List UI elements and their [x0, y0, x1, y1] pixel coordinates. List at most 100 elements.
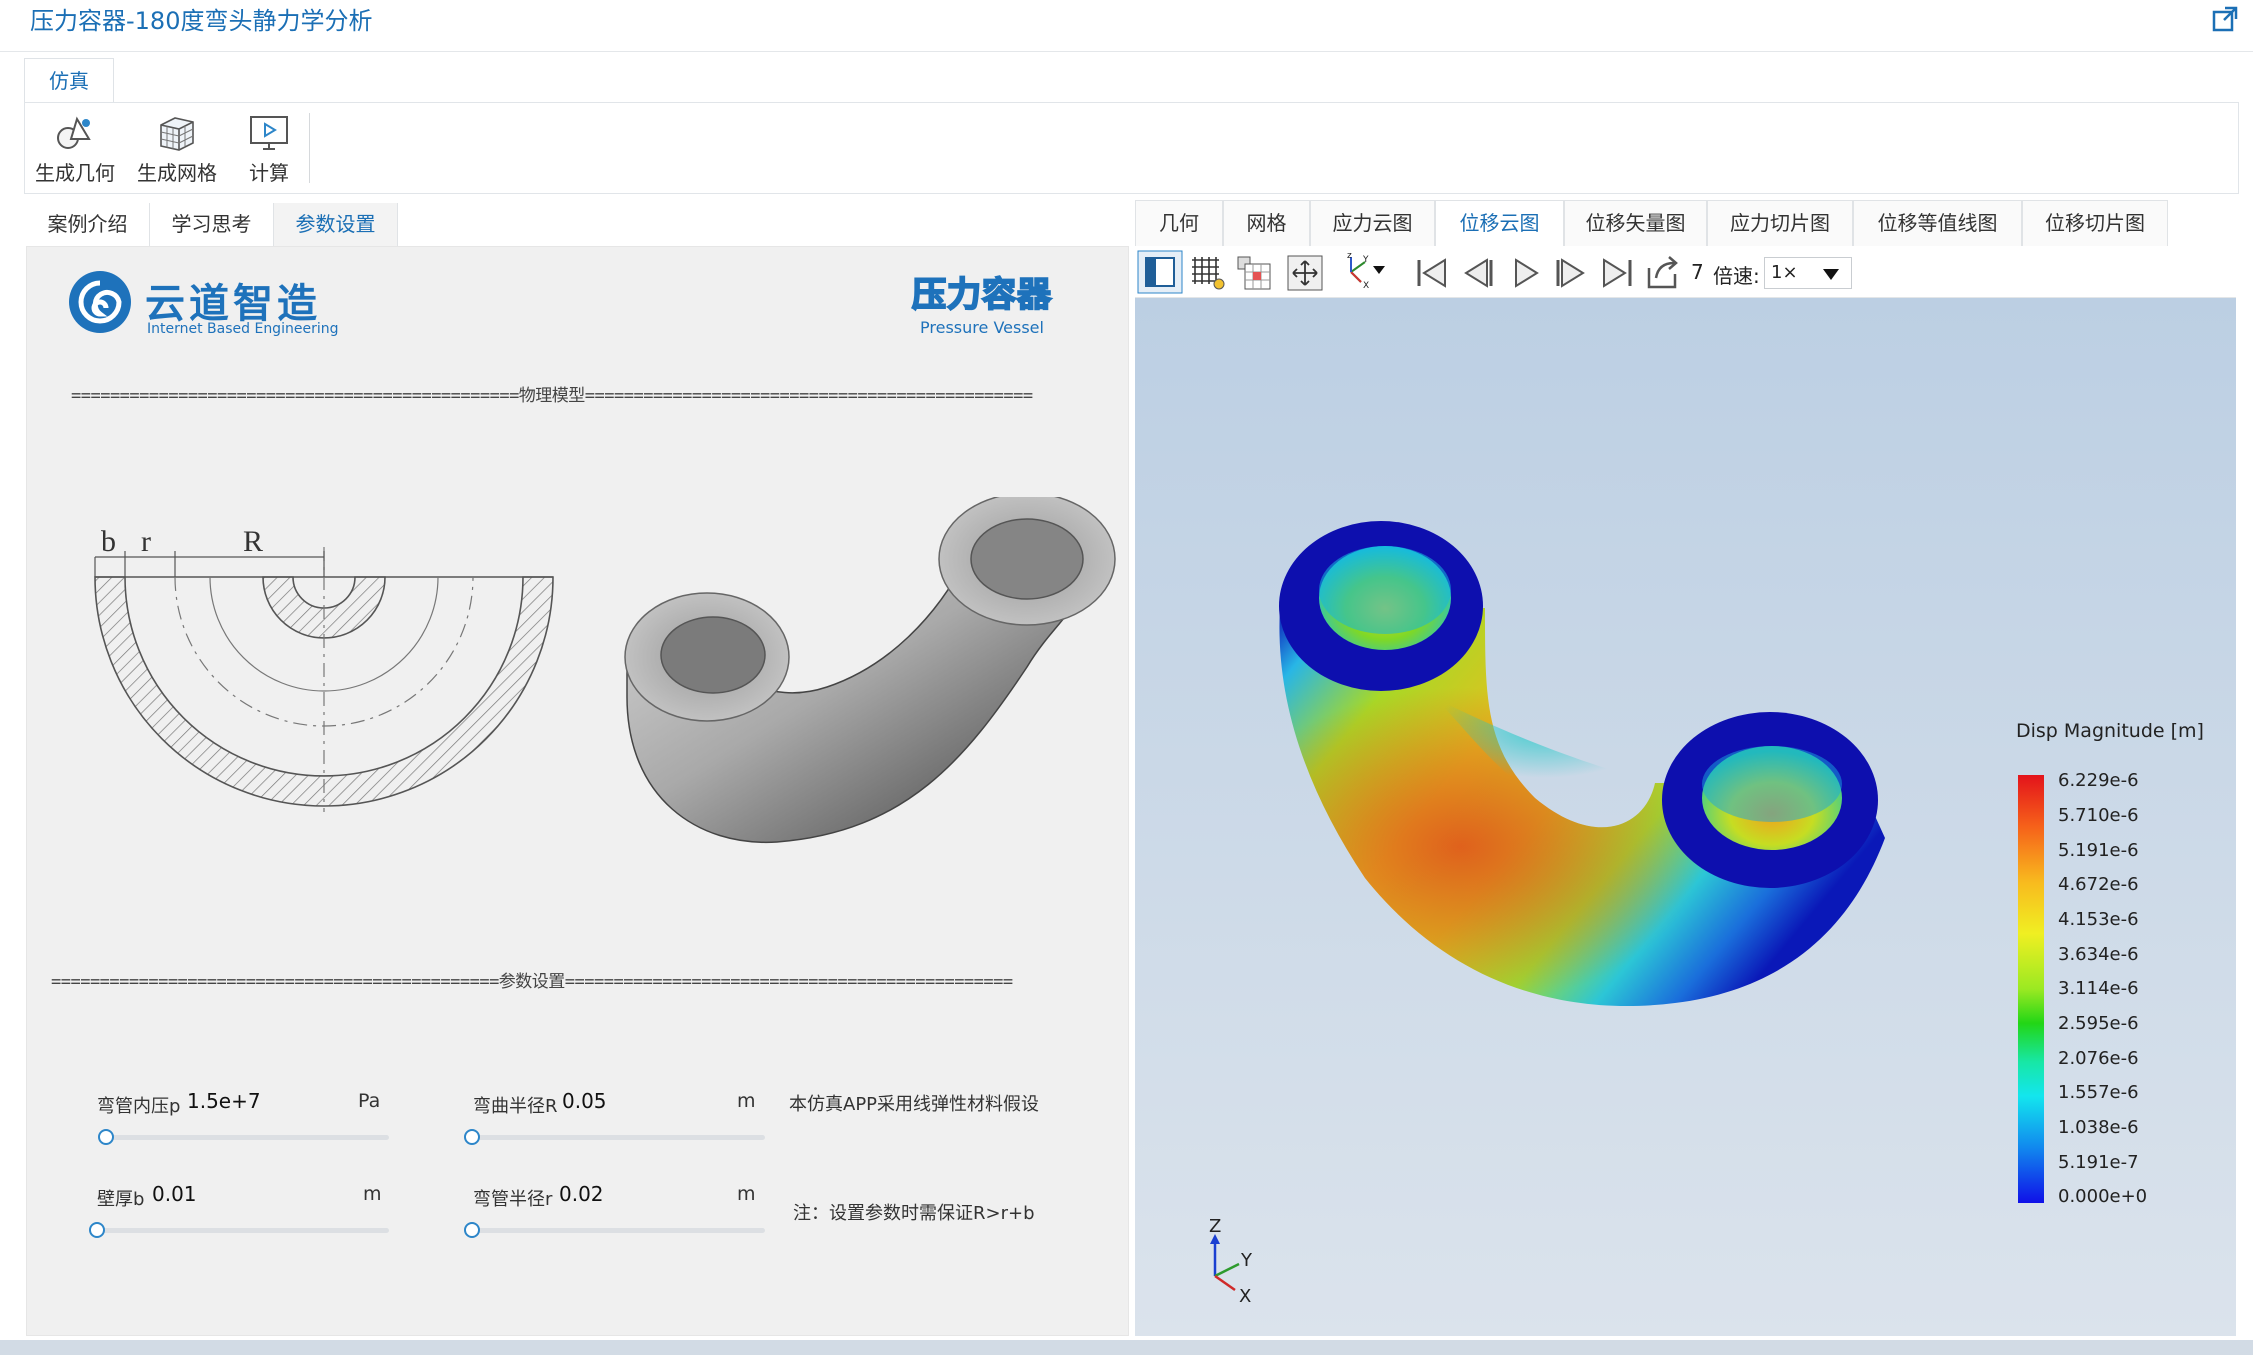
pressure-label: 弯管内压p [97, 1096, 181, 1117]
tab-learning[interactable]: 学习思考 [150, 203, 274, 247]
legend-label: 3.634e-6 [2058, 944, 2139, 965]
bend-radius-label: 弯曲半径R [473, 1096, 558, 1117]
wall-thickness-label: 壁厚b [97, 1189, 145, 1210]
legend-label: 5.710e-6 [2058, 805, 2139, 826]
logo-subtitle: Internet Based Engineering [147, 321, 339, 337]
legend-title: Disp Magnitude [m] [2016, 720, 2204, 742]
color-table-icon[interactable] [1235, 254, 1273, 292]
wall-thickness-value: 0.01 [152, 1182, 197, 1206]
tab-case-intro[interactable]: 案例介绍 [26, 203, 150, 247]
next-frame-icon[interactable] [1552, 254, 1590, 292]
parameter-settings-separator: ========================================… [51, 972, 1013, 992]
legend-label: 3.114e-6 [2058, 978, 2139, 999]
legend-color-bar [2018, 775, 2044, 1203]
wall-thickness-slider-handle[interactable] [89, 1222, 105, 1238]
compute-button[interactable]: 计算 [239, 113, 299, 186]
swirl-logo-icon [69, 271, 131, 333]
ribbon-tab-simulation[interactable]: 仿真 [24, 58, 114, 103]
legend-label: 4.672e-6 [2058, 874, 2139, 895]
tab-stress-contour[interactable]: 应力云图 [1310, 200, 1435, 246]
displacement-contour-model [1279, 521, 1885, 1007]
pressure-slider-track[interactable] [99, 1135, 389, 1140]
tab-displacement-slice[interactable]: 位移切片图 [2022, 200, 2168, 246]
view-mode-icon[interactable] [1137, 250, 1183, 294]
svg-text:Y: Y [1362, 255, 1369, 265]
axes-orientation-icon[interactable]: z Y X [1335, 252, 1387, 290]
triad-z-label: Z [1209, 1218, 1221, 1237]
parameter-panel: 云道智造 Internet Based Engineering 压力容器 Pre… [26, 246, 1129, 1336]
triad-y-label: Y [1240, 1250, 1253, 1271]
triad-x-label: X [1239, 1286, 1251, 1307]
constraint-note: 注：设置参数时需保证R>r+b [793, 1203, 1035, 1224]
tab-mesh[interactable]: 网格 [1223, 200, 1310, 246]
material-note: 本仿真APP采用线弹性材料假设 [789, 1094, 1040, 1115]
prev-frame-icon[interactable] [1459, 254, 1497, 292]
svg-text:X: X [1363, 281, 1369, 290]
legend-label: 5.191e-6 [2058, 840, 2139, 861]
geometry-icon [57, 116, 91, 149]
title-bar: 压力容器-180度弯头静力学分析 [0, 0, 2253, 52]
legend-label: 6.229e-6 [2058, 770, 2139, 791]
pressure-vessel-badge: 压力容器 Pressure Vessel [897, 267, 1067, 337]
fit-view-icon[interactable] [1286, 254, 1324, 292]
badge-title: 压力容器 [911, 274, 1052, 316]
mesh-grid-icon[interactable] [1189, 254, 1227, 292]
window-title: 压力容器-180度弯头静力学分析 [30, 7, 373, 35]
export-icon[interactable] [1644, 254, 1682, 292]
diagram-label-b: b [101, 525, 116, 558]
compute-label: 计算 [249, 161, 289, 185]
elbow-3d-model [624, 497, 1116, 844]
legend-label: 2.076e-6 [2058, 1048, 2139, 1069]
speed-select[interactable]: 1× [1764, 257, 1852, 289]
legend-label: 1.557e-6 [2058, 1082, 2139, 1103]
pressure-slider-handle[interactable] [98, 1129, 114, 1145]
speed-label: 倍速: [1713, 264, 1760, 288]
open-external-icon[interactable] [2211, 5, 2239, 33]
mesh-cube-icon [160, 117, 194, 151]
company-logo: 云道智造 Internet Based Engineering [67, 263, 367, 343]
pipe-radius-value: 0.02 [559, 1182, 604, 1206]
ribbon-separator [309, 113, 310, 183]
generate-mesh-label: 生成网格 [137, 161, 217, 185]
speed-value: 1× [1771, 262, 1798, 283]
legend-label: 0.000e+0 [2058, 1186, 2148, 1207]
first-frame-icon[interactable] [1413, 254, 1451, 292]
ribbon-toolbar: 生成几何 生成网格 计算 [24, 102, 2239, 194]
generate-mesh-button[interactable]: 生成网格 [137, 113, 217, 186]
legend-label: 1.038e-6 [2058, 1117, 2139, 1138]
tab-displacement-contour[interactable]: 位移云图 [1435, 200, 1564, 246]
svg-text:z: z [1347, 252, 1352, 261]
last-frame-icon[interactable] [1598, 254, 1636, 292]
legend-label: 2.595e-6 [2058, 1013, 2139, 1034]
pipe-radius-unit: m [737, 1183, 756, 1205]
cross-section-diagram: b r R [94, 525, 554, 812]
tab-displacement-isoline[interactable]: 位移等值线图 [1853, 200, 2022, 246]
generate-geometry-button[interactable]: 生成几何 [35, 113, 115, 186]
physics-model-separator: ========================================… [71, 386, 1033, 406]
tab-geometry[interactable]: 几何 [1135, 200, 1223, 246]
generate-geometry-label: 生成几何 [35, 161, 115, 185]
wall-thickness-slider-track[interactable] [99, 1228, 389, 1233]
diagram-label-R: R [243, 525, 263, 558]
pipe-radius-label: 弯管半径r [473, 1189, 553, 1210]
tab-displacement-vector[interactable]: 位移矢量图 [1564, 200, 1707, 246]
tab-parameter-settings[interactable]: 参数设置 [274, 203, 398, 247]
compute-monitor-icon [250, 116, 288, 150]
play-icon[interactable] [1506, 254, 1544, 292]
wall-thickness-unit: m [363, 1183, 382, 1205]
legend-label: 4.153e-6 [2058, 909, 2139, 930]
bottom-scroll-strip [0, 1340, 2253, 1355]
bend-radius-slider-track[interactable] [475, 1135, 765, 1140]
bend-radius-slider-handle[interactable] [464, 1129, 480, 1145]
pressure-value: 1.5e+7 [187, 1089, 261, 1113]
pressure-unit: Pa [358, 1090, 381, 1112]
chevron-down-icon [1823, 269, 1839, 280]
diagram-label-r: r [141, 525, 151, 558]
tab-stress-slice[interactable]: 应力切片图 [1707, 200, 1853, 246]
pipe-radius-slider-handle[interactable] [464, 1222, 480, 1238]
pipe-radius-slider-track[interactable] [475, 1228, 765, 1233]
bend-radius-unit: m [737, 1090, 756, 1112]
bend-radius-value: 0.05 [562, 1089, 607, 1113]
badge-subtitle: Pressure Vessel [920, 318, 1044, 337]
frame-number: 7 [1691, 260, 1704, 284]
